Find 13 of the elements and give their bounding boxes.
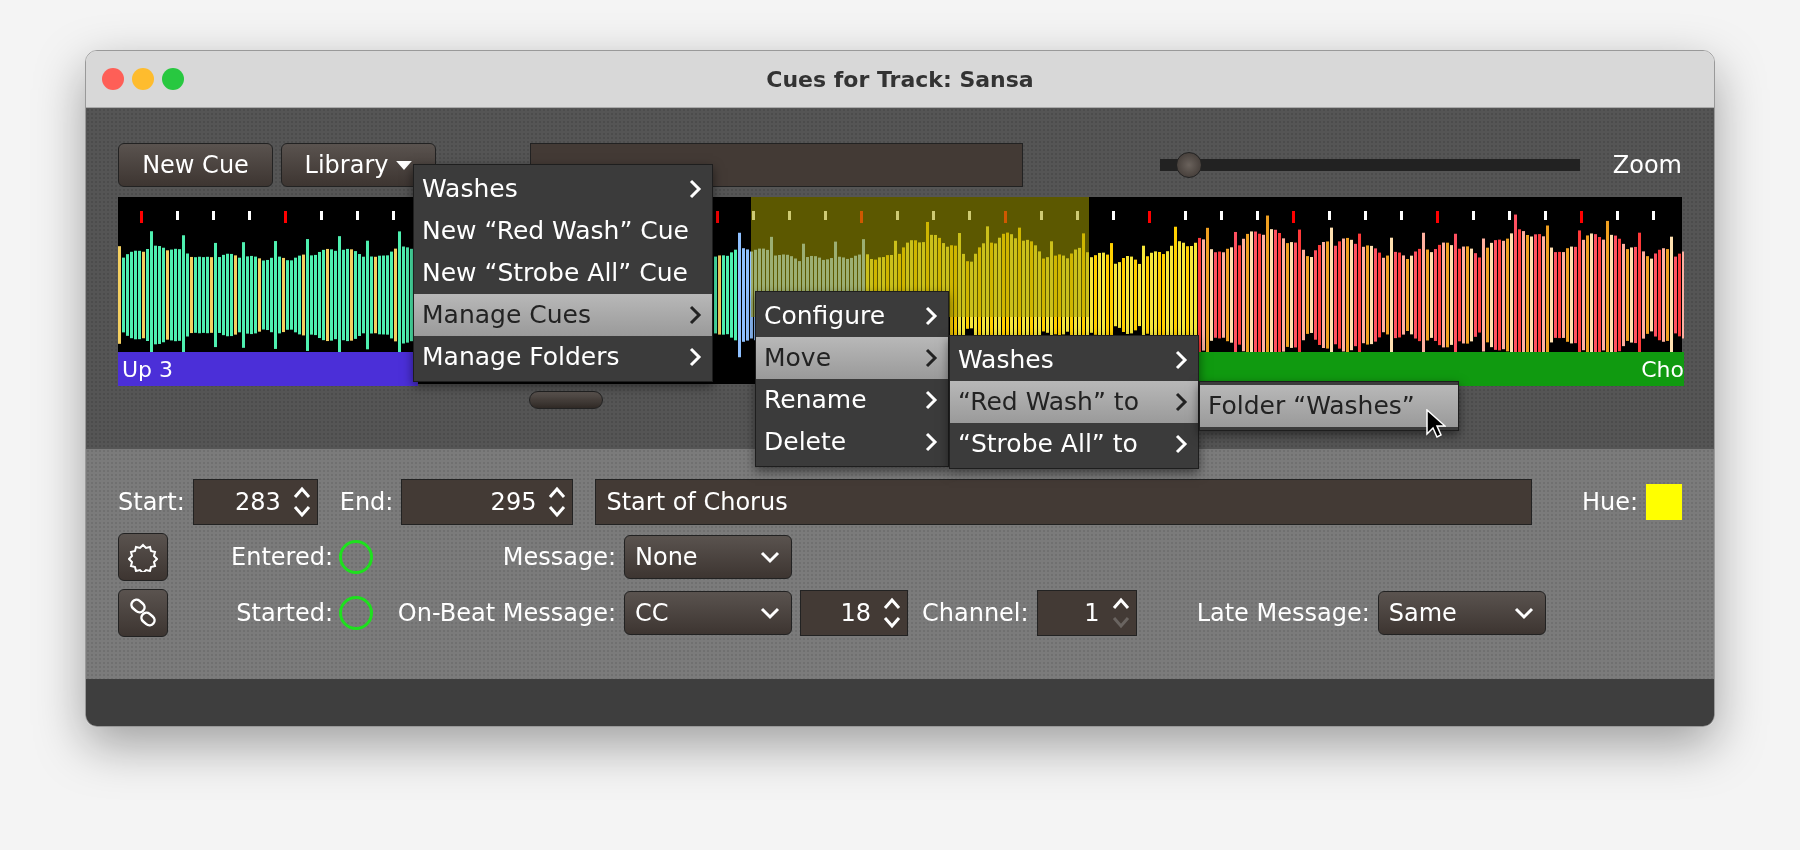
field-label: Hue:	[1581, 487, 1638, 518]
zoom-label: Zoom	[1612, 150, 1682, 181]
field-label: On-Beat Message:	[396, 598, 616, 629]
cue-label: Up 3	[122, 355, 174, 384]
field-label: Start:	[118, 487, 185, 518]
field-label: Entered:	[230, 542, 333, 573]
field-label: Started:	[235, 598, 333, 629]
field-label: Channel:	[922, 598, 1029, 629]
window-title: Cues for Track: Sansa	[766, 65, 1034, 94]
field-label: Message:	[501, 542, 616, 573]
field-label: End:	[339, 487, 394, 518]
field-label: Late Message:	[1196, 598, 1370, 629]
cue-label: Cho	[1641, 355, 1684, 384]
